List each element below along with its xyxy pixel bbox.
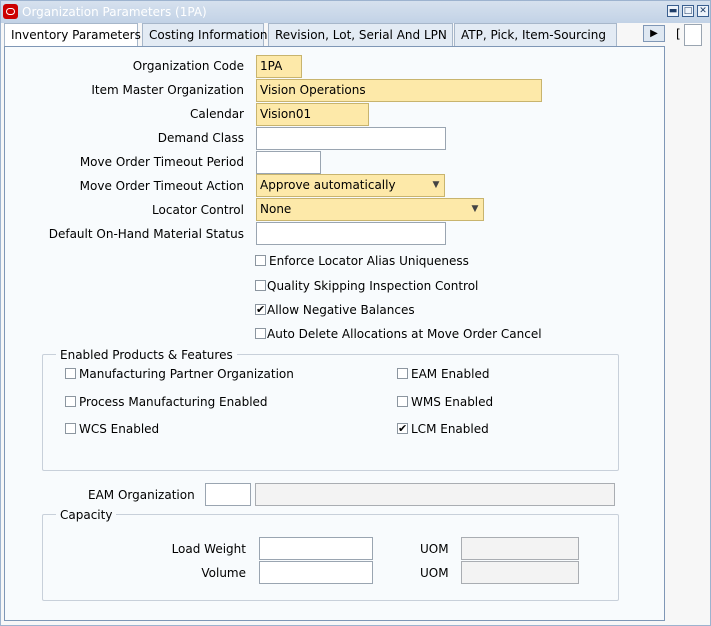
auto-delete-allocations-checkbox[interactable]: [255, 328, 266, 339]
eam-organization-label: EAM Organization: [88, 488, 195, 502]
move-order-timeout-period-label: Move Order Timeout Period: [79, 155, 244, 169]
load-weight-label: Load Weight: [171, 542, 246, 556]
window-title: Organization Parameters (1PA): [22, 5, 207, 19]
load-weight-uom-field: [461, 537, 579, 560]
item-master-org-label: Item Master Organization: [91, 83, 244, 97]
default-onhand-status-field[interactable]: [256, 222, 446, 245]
locator-control-value: None: [260, 202, 292, 216]
tab-atp-pick-item-sourcing[interactable]: ATP, Pick, Item-Sourcing: [454, 23, 617, 46]
minimize-button[interactable]: ▬: [667, 5, 679, 17]
tab-revision-lot-serial-lpn[interactable]: Revision, Lot, Serial And LPN: [268, 23, 453, 46]
eam-organization-name-field: [255, 483, 615, 506]
demand-class-field[interactable]: [256, 127, 446, 150]
organization-parameters-window: Organization Parameters (1PA) ▬ □ ✕ Inve…: [0, 0, 711, 626]
wms-enabled-checkbox[interactable]: [397, 396, 408, 407]
move-order-timeout-action-select[interactable]: Approve automatically ▼: [256, 174, 445, 197]
calendar-field[interactable]: Vision01: [256, 103, 369, 126]
lcm-enabled-checkbox[interactable]: ✔: [397, 423, 408, 434]
quality-skipping-checkbox[interactable]: [255, 280, 266, 291]
close-button[interactable]: ✕: [697, 5, 709, 17]
organization-code-field[interactable]: 1PA: [256, 55, 302, 78]
dropdown-arrow-icon[interactable]: ▼: [430, 178, 442, 193]
lcm-enabled-label: LCM Enabled: [411, 422, 489, 436]
default-onhand-status-label: Default On-Hand Material Status: [48, 227, 244, 241]
process-manufacturing-label: Process Manufacturing Enabled: [79, 395, 268, 409]
enforce-locator-alias-label: Enforce Locator Alias Uniqueness: [269, 254, 469, 268]
tab-inventory-parameters[interactable]: Inventory Parameters: [4, 23, 141, 47]
inventory-parameters-panel: Organization Code 1PA Item Master Organi…: [4, 46, 665, 621]
volume-uom-field: [461, 561, 579, 584]
manufacturing-partner-label: Manufacturing Partner Organization: [79, 367, 294, 381]
oracle-logo-icon: [3, 4, 18, 19]
dropdown-arrow-icon[interactable]: ▼: [469, 202, 481, 217]
wcs-enabled-checkbox[interactable]: [65, 423, 76, 434]
auto-delete-allocations-label: Auto Delete Allocations at Move Order Ca…: [267, 327, 542, 341]
item-master-org-field[interactable]: Vision Operations: [256, 79, 542, 102]
locator-control-label: Locator Control: [152, 203, 244, 217]
eam-organization-code-field[interactable]: [205, 483, 251, 506]
allow-negative-balances-label: Allow Negative Balances: [267, 303, 415, 317]
locator-control-select[interactable]: None ▼: [256, 198, 484, 221]
wcs-enabled-label: WCS Enabled: [79, 422, 160, 436]
eam-enabled-checkbox[interactable]: [397, 368, 408, 379]
side-field[interactable]: [684, 24, 702, 46]
process-manufacturing-checkbox[interactable]: [65, 396, 76, 407]
volume-label: Volume: [201, 566, 246, 580]
eam-enabled-label: EAM Enabled: [411, 367, 490, 381]
load-weight-field[interactable]: [259, 537, 373, 560]
side-bracket: [: [676, 27, 681, 41]
wms-enabled-label: WMS Enabled: [411, 395, 494, 409]
manufacturing-partner-checkbox[interactable]: [65, 368, 76, 379]
title-bar: Organization Parameters (1PA) ▬ □ ✕: [1, 1, 710, 23]
calendar-label: Calendar: [190, 107, 244, 121]
capacity-title: Capacity: [56, 508, 117, 522]
tab-bar: Inventory Parameters Costing Information…: [1, 23, 671, 47]
volume-uom-label: UOM: [420, 566, 449, 580]
organization-code-label: Organization Code: [132, 59, 244, 73]
enabled-products-title: Enabled Products & Features: [56, 348, 237, 362]
volume-field[interactable]: [259, 561, 373, 584]
tab-scroll-right-button[interactable]: ▶: [643, 25, 665, 42]
move-order-timeout-action-label: Move Order Timeout Action: [79, 179, 244, 193]
quality-skipping-label: Quality Skipping Inspection Control: [267, 279, 479, 293]
tab-costing-information[interactable]: Costing Information: [142, 23, 268, 46]
enforce-locator-alias-checkbox[interactable]: [255, 255, 266, 266]
move-order-timeout-action-value: Approve automatically: [260, 178, 396, 192]
load-weight-uom-label: UOM: [420, 542, 449, 556]
maximize-button[interactable]: □: [682, 5, 694, 17]
move-order-timeout-period-field[interactable]: [256, 151, 321, 174]
demand-class-label: Demand Class: [157, 131, 244, 145]
allow-negative-balances-checkbox[interactable]: ✔: [255, 304, 266, 315]
